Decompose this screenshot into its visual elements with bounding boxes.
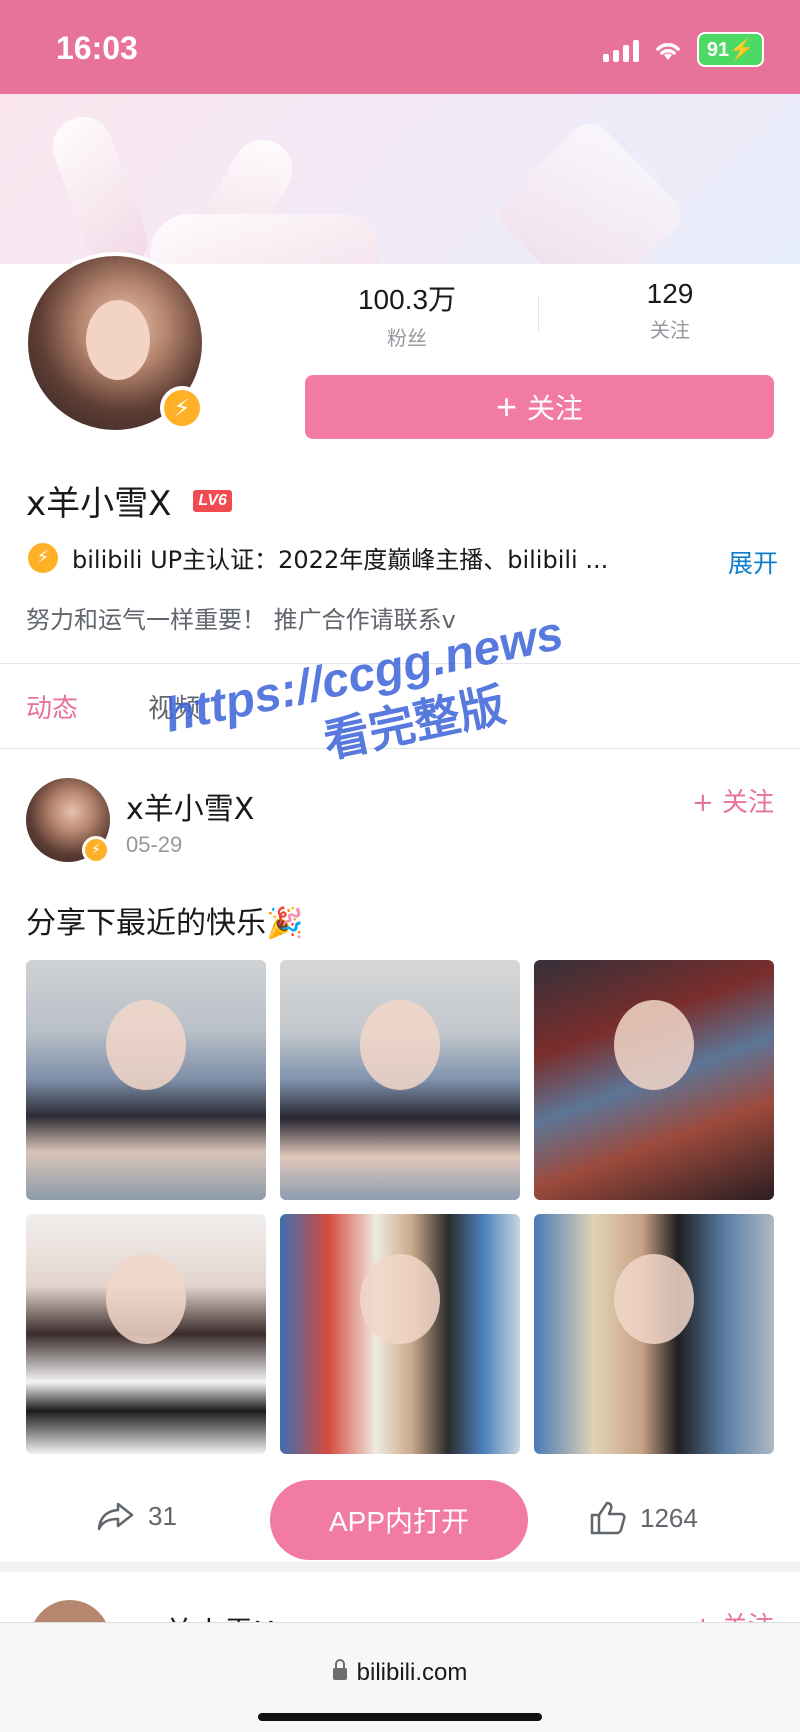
url-field[interactable]: bilibili.com	[0, 1659, 800, 1687]
post-photo[interactable]	[26, 1214, 266, 1454]
certification-text: bilibili UP主认证：2022年度巅峰主播、bilibili ...	[72, 546, 609, 574]
next-post-preview: x羊小雪X + 关注	[0, 1572, 800, 1622]
post-author-name[interactable]: x羊小雪X	[146, 1608, 274, 1622]
lightning-badge-icon: ⚡	[82, 836, 110, 864]
expand-link[interactable]: 展开	[728, 544, 778, 580]
fans-count: 100.3万	[357, 284, 457, 315]
divider	[0, 663, 800, 664]
watermark: https://ccgg.news 看完整版	[160, 606, 580, 803]
divider	[0, 748, 800, 749]
home-indicator[interactable]	[258, 1713, 542, 1721]
plus-icon: +	[495, 386, 517, 427]
lightning-badge-icon: ⚡	[160, 386, 204, 430]
browser-address-bar: bilibili.com	[0, 1622, 800, 1732]
status-bar: 16:03 91⚡	[0, 0, 800, 94]
post-author-name[interactable]: x羊小雪X	[126, 784, 254, 828]
lightning-icon: ⚡	[28, 542, 58, 573]
post-photo[interactable]	[534, 1214, 774, 1454]
battery-indicator: 91⚡	[696, 32, 764, 67]
post-follow-button[interactable]: + 关注	[692, 782, 774, 819]
thumbs-up-icon	[590, 1501, 626, 1535]
like-count: 1264	[640, 1502, 698, 1533]
post-follow-button[interactable]: + 关注	[692, 1606, 774, 1622]
share-button[interactable]: 31	[96, 1500, 177, 1532]
profile-username: x羊小雪X	[26, 484, 172, 524]
profile-stats: 100.3万 粉丝 129 关注	[300, 278, 774, 351]
section-gap	[0, 1562, 800, 1572]
like-button[interactable]: 1264	[588, 1500, 698, 1536]
tab-dynamics[interactable]: 动态	[26, 688, 78, 725]
post-photo[interactable]	[280, 960, 520, 1200]
following-label: 关注	[650, 318, 690, 342]
share-icon	[97, 1502, 134, 1531]
profile-banner	[0, 94, 800, 264]
follow-button[interactable]: + 关注	[305, 375, 774, 439]
post-photo[interactable]	[26, 960, 266, 1200]
following-stat[interactable]: 129 关注	[570, 278, 770, 343]
level-badge: LV6	[193, 489, 232, 512]
stat-divider	[538, 296, 539, 332]
fans-label: 粉丝	[387, 326, 427, 350]
url-text: bilibili.com	[356, 1659, 468, 1686]
share-count: 31	[148, 1500, 177, 1531]
open-in-app-button[interactable]: APP内打开	[270, 1480, 528, 1560]
post-image-grid	[26, 960, 774, 1454]
profile-tabs: 动态 视频	[26, 688, 200, 725]
signal-icon	[602, 38, 639, 62]
profile-bio: 努力和运气一样重要！ 推广合作请联系v	[26, 606, 456, 634]
post-date: 05-29	[126, 832, 183, 857]
lock-icon	[332, 1659, 347, 1680]
watermark-text: 看完整版	[318, 677, 510, 769]
certification-row: ⚡ bilibili UP主认证：2022年度巅峰主播、bilibili ...…	[28, 540, 778, 578]
following-count: 129	[646, 278, 694, 309]
name-row: x羊小雪X LV6	[26, 476, 232, 525]
post-author-avatar[interactable]	[30, 1600, 110, 1622]
status-time: 16:03	[56, 30, 138, 66]
tab-videos[interactable]: 视频	[148, 688, 200, 725]
post-photo[interactable]	[534, 960, 774, 1200]
follow-button-label: 关注	[527, 393, 584, 424]
status-icons: 91⚡	[602, 32, 764, 67]
fans-stat[interactable]: 100.3万 粉丝	[307, 278, 507, 351]
post-text: 分享下最近的快乐🎉	[26, 906, 304, 941]
post-actions: 31 APP内打开 1264	[0, 1480, 800, 1560]
post-photo[interactable]	[280, 1214, 520, 1454]
wifi-icon	[656, 42, 680, 60]
